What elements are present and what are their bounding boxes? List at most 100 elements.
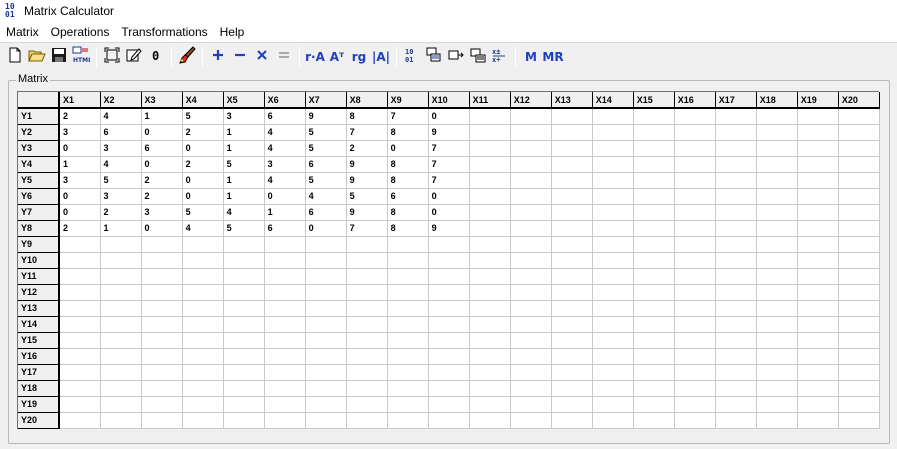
column-header[interactable]: X5 [223,92,265,109]
matrix-cell[interactable] [633,156,675,173]
matrix-cell[interactable] [59,332,101,349]
matrix-cell[interactable]: 6 [387,188,429,205]
matrix-cell[interactable] [838,268,881,285]
matrix-cell[interactable] [838,364,881,381]
matrix-cell[interactable]: 6 [264,220,306,237]
matrix-cell[interactable] [469,220,511,237]
matrix-cell[interactable] [715,252,757,269]
matrix-cell[interactable]: 2 [141,172,183,189]
matrix-cell[interactable] [715,220,757,237]
matrix-cell[interactable] [182,332,224,349]
row-header[interactable]: Y11 [18,268,61,285]
matrix-cell[interactable] [674,316,716,333]
matrix-cell[interactable] [633,172,675,189]
matrix-cell[interactable] [264,332,306,349]
matrix-cell[interactable] [715,236,757,253]
matrix-cell[interactable] [100,412,142,429]
matrix-cell[interactable] [592,412,634,429]
matrix-cell[interactable] [387,348,429,365]
zero-matrix-button[interactable]: 0 [145,45,167,69]
matrix-cell[interactable] [428,236,470,253]
matrix-cell[interactable] [756,204,798,221]
matrix-cell[interactable] [756,332,798,349]
matrix-cell[interactable] [264,364,306,381]
matrix-cell[interactable] [469,284,511,301]
matrix-cell[interactable]: 0 [59,140,101,157]
matrix-cell[interactable] [469,364,511,381]
matrix-cell[interactable] [551,220,593,237]
new-file-button[interactable] [4,45,26,69]
matrix-cell[interactable] [551,396,593,413]
matrix-cell[interactable] [387,364,429,381]
matrix-cell[interactable] [756,108,798,125]
matrix-cell[interactable] [633,348,675,365]
matrix-cell[interactable] [756,124,798,141]
matrix-cell[interactable] [715,172,757,189]
matrix-cell[interactable] [305,252,347,269]
matrix-cell[interactable] [264,348,306,365]
matrix-cell[interactable] [469,188,511,205]
column-header[interactable]: X12 [510,92,552,109]
matrix-cell[interactable] [510,348,552,365]
matrix-cell[interactable] [838,140,881,157]
matrix-cell[interactable] [387,284,429,301]
matrix-cell[interactable] [838,204,881,221]
matrix-cell[interactable] [715,284,757,301]
matrix-cell[interactable] [674,284,716,301]
matrix-cell[interactable] [469,300,511,317]
matrix-cell[interactable] [428,316,470,333]
matrix-cell[interactable]: 7 [428,156,470,173]
matrix-cell[interactable] [674,348,716,365]
matrix-cell[interactable] [838,124,881,141]
row-header[interactable]: Y5 [18,172,61,189]
matrix-cell[interactable] [797,332,839,349]
matrix-cell[interactable] [633,284,675,301]
matrix-cell[interactable] [756,412,798,429]
clear-brush-button[interactable] [176,45,198,69]
column-header[interactable]: X9 [387,92,429,109]
matrix-cell[interactable] [715,268,757,285]
matrix-cell[interactable] [469,204,511,221]
matrix-cell[interactable] [797,140,839,157]
matrix-cell[interactable]: 5 [305,140,347,157]
equals-button[interactable] [273,45,295,69]
matrix-cell[interactable] [141,380,183,397]
row-header[interactable]: Y10 [18,252,61,269]
matrix-cell[interactable]: 0 [59,204,101,221]
matrix-cell[interactable] [510,380,552,397]
matrix-cell[interactable] [674,172,716,189]
open-folder-button[interactable] [26,45,48,69]
matrix-cell[interactable] [715,204,757,221]
matrix-cell[interactable] [469,172,511,189]
matrix-cell[interactable] [387,332,429,349]
matrix-cell[interactable]: 3 [223,108,265,125]
matrix-cell[interactable] [223,364,265,381]
memory-button[interactable]: M [520,45,542,69]
matrix-cell[interactable] [223,284,265,301]
matrix-cell[interactable] [551,204,593,221]
matrix-cell[interactable]: 4 [264,140,306,157]
matrix-cell[interactable] [387,412,429,429]
matrix-cell[interactable] [469,156,511,173]
copy-matrix-button[interactable] [423,45,445,69]
matrix-cell[interactable]: 8 [387,172,429,189]
matrix-cell[interactable] [510,412,552,429]
matrix-cell[interactable] [305,348,347,365]
matrix-cell[interactable] [551,380,593,397]
menu-help[interactable]: Help [214,22,251,42]
matrix-cell[interactable] [633,364,675,381]
matrix-cell[interactable] [592,220,634,237]
matrix-cell[interactable] [756,300,798,317]
column-header[interactable]: X8 [346,92,388,109]
matrix-cell[interactable]: 5 [346,188,388,205]
matrix-cell[interactable] [797,268,839,285]
matrix-cell[interactable] [305,316,347,333]
matrix-cell[interactable]: 2 [182,124,224,141]
matrix-cell[interactable] [551,252,593,269]
column-header[interactable]: X1 [59,92,101,109]
row-header[interactable]: Y13 [18,300,61,317]
matrix-cell[interactable] [715,396,757,413]
matrix-cell[interactable] [715,124,757,141]
matrix-cell[interactable] [551,364,593,381]
matrix-cell[interactable] [182,348,224,365]
